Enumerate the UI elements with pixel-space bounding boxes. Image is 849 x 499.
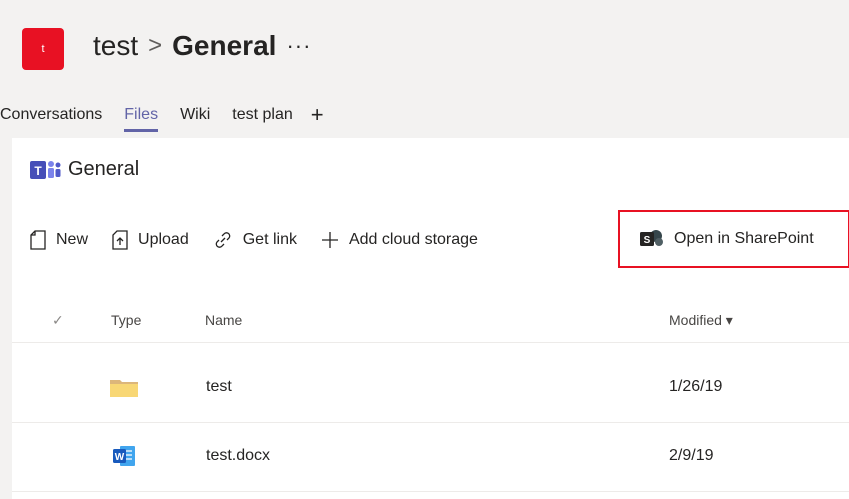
link-icon xyxy=(213,230,233,250)
svg-text:W: W xyxy=(115,452,125,463)
breadcrumb-team[interactable]: test xyxy=(93,24,138,68)
svg-text:T: T xyxy=(34,164,42,178)
new-label: New xyxy=(56,231,89,248)
select-all-checkmark-icon[interactable]: ✓ xyxy=(52,312,64,329)
tab-test-plan[interactable]: test plan xyxy=(232,106,292,124)
plus-icon xyxy=(321,231,339,249)
table-row[interactable]: test 1/26/19 xyxy=(12,354,849,423)
word-doc-icon: W xyxy=(109,445,139,472)
add-cloud-storage-label: Add cloud storage xyxy=(348,231,478,248)
get-link-label: Get link xyxy=(242,231,297,248)
team-avatar[interactable]: t xyxy=(22,28,64,70)
file-modified: 1/26/19 xyxy=(669,378,723,395)
upload-icon xyxy=(112,230,128,250)
add-cloud-storage-button[interactable]: Add cloud storage xyxy=(321,231,478,249)
file-name[interactable]: test.docx xyxy=(206,447,270,465)
get-link-button[interactable]: Get link xyxy=(213,230,297,250)
breadcrumb-channel: General xyxy=(172,30,277,61)
new-file-icon xyxy=(30,230,46,250)
table-row[interactable]: W test.docx 2/9/19 xyxy=(12,423,849,492)
library-title-label: General xyxy=(68,158,140,180)
channel-tabs: Conversations Files Wiki test plan + xyxy=(0,100,324,132)
new-button[interactable]: New xyxy=(30,230,88,250)
upload-label: Upload xyxy=(138,231,189,248)
channel-header: t test > General ··· Conversations Files… xyxy=(0,0,849,135)
svg-text:S: S xyxy=(644,235,651,246)
table-header: ✓ Type Name Modified ▾ xyxy=(12,300,849,343)
tab-files[interactable]: Files xyxy=(124,106,158,132)
column-header-modified[interactable]: Modified ▾ xyxy=(669,312,733,329)
library-title: T General xyxy=(30,158,139,181)
upload-button[interactable]: Upload xyxy=(112,230,189,250)
add-tab-icon[interactable]: + xyxy=(311,104,324,126)
column-header-type[interactable]: Type xyxy=(111,312,141,328)
tab-wiki[interactable]: Wiki xyxy=(180,106,210,124)
column-header-name[interactable]: Name xyxy=(205,312,242,328)
open-in-sharepoint-button[interactable]: S Open in SharePoint xyxy=(618,210,849,268)
sharepoint-icon: S xyxy=(640,229,664,249)
folder-icon xyxy=(109,376,139,403)
tab-conversations[interactable]: Conversations xyxy=(0,106,102,124)
file-name[interactable]: test xyxy=(206,378,232,396)
command-bar: New Upload Get link Add cloud storage xyxy=(30,230,502,250)
breadcrumb-separator-icon: > xyxy=(148,32,163,59)
teams-icon: T xyxy=(30,159,62,181)
open-in-sharepoint-label: Open in SharePoint xyxy=(674,230,814,247)
file-modified: 2/9/19 xyxy=(669,447,714,464)
more-options-icon[interactable]: ··· xyxy=(286,24,311,68)
breadcrumb: test > General ··· xyxy=(93,24,311,68)
